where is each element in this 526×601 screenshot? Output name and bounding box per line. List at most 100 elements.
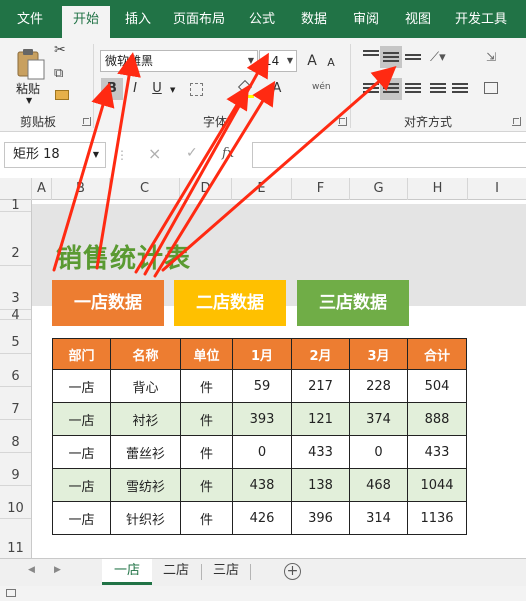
macro-record-icon[interactable]	[6, 589, 16, 597]
formula-bar-grip-icon[interactable]: ⋮	[116, 148, 128, 162]
table-cell[interactable]: 一店	[52, 501, 111, 535]
column-header-f[interactable]: F	[292, 178, 350, 200]
table-cell[interactable]: 一店	[52, 435, 111, 469]
fill-color-icon[interactable]	[237, 79, 254, 98]
copy-icon[interactable]: ⧉	[54, 66, 63, 81]
align-bottom-icon[interactable]	[405, 54, 421, 66]
formula-input[interactable]	[252, 142, 526, 168]
table-cell[interactable]: 1136	[407, 501, 467, 535]
table-header-cell[interactable]: 3月	[349, 338, 408, 370]
table-cell[interactable]: 一店	[52, 369, 111, 403]
format-painter-icon[interactable]	[55, 90, 69, 100]
phonetic-icon[interactable]: wén	[312, 82, 331, 92]
table-header-cell[interactable]: 1月	[232, 338, 292, 370]
row-header[interactable]: 4	[0, 309, 31, 322]
row-header[interactable]: 1	[0, 199, 31, 212]
sheet-tab-store3[interactable]: 三店	[203, 559, 249, 585]
align-right-icon[interactable]	[405, 83, 421, 95]
align-left-icon[interactable]	[363, 83, 379, 95]
borders-icon[interactable]	[190, 83, 203, 96]
table-cell[interactable]: 433	[291, 435, 350, 469]
insert-function-icon[interactable]: fx	[222, 146, 234, 161]
table-cell[interactable]: 59	[232, 369, 292, 403]
store2-data-button[interactable]: 二店数据	[174, 280, 286, 326]
table-cell[interactable]: 121	[291, 402, 350, 436]
column-header-i[interactable]: I	[468, 178, 526, 200]
cancel-edit-icon[interactable]: ×	[148, 144, 161, 163]
table-cell[interactable]: 314	[349, 501, 408, 535]
sheet-tab-store1[interactable]: 一店	[102, 559, 152, 585]
store3-data-button[interactable]: 三店数据	[297, 280, 409, 326]
table-cell[interactable]: 件	[180, 402, 233, 436]
tab-home[interactable]: 开始	[62, 6, 110, 38]
table-cell[interactable]: 438	[232, 468, 292, 502]
column-header-e[interactable]: E	[232, 178, 292, 200]
tab-review[interactable]: 审阅	[344, 7, 388, 33]
table-cell[interactable]: 228	[349, 369, 408, 403]
table-cell[interactable]: 件	[180, 369, 233, 403]
table-header-cell[interactable]: 合计	[407, 338, 467, 370]
align-middle-button[interactable]	[380, 46, 402, 68]
table-cell[interactable]: 0	[232, 435, 292, 469]
row-header[interactable]: 11	[0, 519, 31, 558]
table-cell[interactable]: 雪纺衫	[110, 468, 181, 502]
table-cell[interactable]: 396	[291, 501, 350, 535]
chevron-down-icon[interactable]: ▼	[170, 86, 175, 94]
font-launcher-icon[interactable]	[338, 117, 347, 126]
name-box[interactable]: 矩形 18 ▼	[4, 142, 106, 168]
row-header[interactable]: 2	[0, 212, 31, 266]
table-cell[interactable]: 一店	[52, 402, 111, 436]
table-cell[interactable]: 374	[349, 402, 408, 436]
column-header-a[interactable]: A	[32, 178, 52, 200]
table-header-cell[interactable]: 单位	[180, 338, 233, 370]
font-family-select[interactable]: 微软雅黑 ▼	[100, 50, 258, 72]
column-header-c[interactable]: C	[110, 178, 180, 200]
tab-page-layout[interactable]: 页面布局	[168, 7, 230, 33]
table-cell[interactable]: 504	[407, 369, 467, 403]
tab-insert[interactable]: 插入	[116, 7, 160, 33]
select-all-corner[interactable]	[0, 178, 32, 200]
column-header-h[interactable]: H	[408, 178, 468, 200]
align-center-button[interactable]	[380, 78, 402, 100]
clipboard-launcher-icon[interactable]	[82, 117, 91, 126]
row-header[interactable]: 6	[0, 354, 31, 387]
cut-icon[interactable]: ✂	[54, 42, 66, 58]
table-cell[interactable]: 针织衫	[110, 501, 181, 535]
sheet-tab-store2[interactable]: 二店	[152, 559, 200, 585]
table-cell[interactable]: 件	[180, 468, 233, 502]
table-cell[interactable]: 217	[291, 369, 350, 403]
wrap-text-icon[interactable]: ⇲	[486, 50, 496, 64]
orientation-icon[interactable]: ⟋▾	[430, 50, 446, 65]
table-cell[interactable]: 468	[349, 468, 408, 502]
font-color-button[interactable]: A	[266, 78, 288, 100]
table-header-cell[interactable]: 部门	[52, 338, 111, 370]
table-cell[interactable]: 426	[232, 501, 292, 535]
row-header[interactable]: 7	[0, 387, 31, 420]
table-cell[interactable]: 蕾丝衫	[110, 435, 181, 469]
italic-button[interactable]: I	[124, 78, 146, 100]
font-size-select[interactable]: 14 ▼	[259, 50, 297, 72]
table-cell[interactable]: 0	[349, 435, 408, 469]
table-header-cell[interactable]: 2月	[291, 338, 350, 370]
increase-indent-icon[interactable]	[452, 83, 468, 95]
tab-data[interactable]: 数据	[292, 7, 336, 33]
tab-developer[interactable]: 开发工具	[448, 7, 514, 33]
align-top-icon[interactable]	[363, 50, 379, 62]
table-cell[interactable]: 一店	[52, 468, 111, 502]
column-header-g[interactable]: G	[350, 178, 408, 200]
table-cell[interactable]: 衬衫	[110, 402, 181, 436]
chevron-left-icon[interactable]: ◀	[28, 565, 35, 575]
alignment-launcher-icon[interactable]	[512, 117, 521, 126]
table-cell[interactable]: 888	[407, 402, 467, 436]
row-header[interactable]: 5	[0, 320, 31, 354]
bold-button[interactable]: B	[101, 78, 123, 100]
confirm-edit-icon[interactable]: ✓	[186, 145, 198, 161]
row-header[interactable]: 3	[0, 266, 31, 310]
shrink-font-button[interactable]: A	[320, 52, 342, 74]
row-header[interactable]: 10	[0, 486, 31, 519]
store1-data-button[interactable]: 一店数据	[52, 280, 164, 326]
tab-formulas[interactable]: 公式	[240, 7, 284, 33]
chevron-right-icon[interactable]: ▶	[54, 565, 61, 575]
column-header-d[interactable]: D	[180, 178, 232, 200]
table-cell[interactable]: 138	[291, 468, 350, 502]
